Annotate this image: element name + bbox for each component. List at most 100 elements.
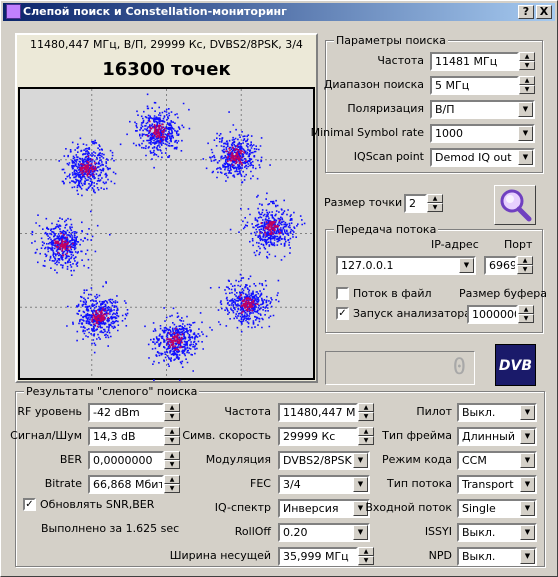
results-group: Результаты "слепого" поиска ✓ Обновлять … xyxy=(10,385,545,567)
result-combo[interactable]: 3/4 ▼ xyxy=(278,475,370,494)
constellation-panel: 11480,447 МГц, В/П, 29999 Кс, DVBS2/8PSK… xyxy=(15,33,318,383)
result-value-field[interactable]: 0,0000000 xyxy=(88,451,164,470)
result-spinner[interactable]: ▲ ▼ xyxy=(164,427,180,446)
result-value-field[interactable]: 35,999 МГц xyxy=(278,547,358,566)
ip-address-combo[interactable]: 127.0.0.1 ▼ xyxy=(336,256,476,275)
result-label: IQ-спектр xyxy=(214,501,271,514)
result-spinner[interactable]: ▲ ▼ xyxy=(164,475,180,494)
help-button[interactable]: ? xyxy=(518,5,534,19)
chevron-down-icon[interactable]: ▼ xyxy=(520,429,535,444)
result-label: NPD xyxy=(428,549,452,562)
point-size-label: Размер точки xyxy=(324,196,403,209)
result-label: Симв. скорость xyxy=(182,429,271,442)
constellation-plot xyxy=(18,87,315,381)
chevron-down-icon[interactable]: ▼ xyxy=(520,453,535,468)
result-spinner[interactable]: ▲ ▼ xyxy=(358,547,374,566)
result-value-field[interactable]: 66,868 Мбит/с xyxy=(88,475,164,494)
chevron-down-icon[interactable]: ▼ xyxy=(520,405,535,420)
result-combo[interactable]: Выкл. ▼ xyxy=(457,547,537,566)
result-combo[interactable]: 0.20 ▼ xyxy=(278,523,370,542)
search-param-label: IQScan point xyxy=(353,150,424,163)
combo-value: DVBS2/8PSK xyxy=(283,454,352,467)
chevron-down-icon[interactable]: ▼ xyxy=(520,549,535,564)
result-label: Модуляция xyxy=(205,453,271,466)
search-param-label: Частота xyxy=(377,54,424,67)
result-spinner[interactable]: ▲ ▼ xyxy=(358,403,374,422)
chevron-down-icon[interactable]: ▼ xyxy=(353,525,368,540)
search-param-spinner[interactable]: ▲ ▼ xyxy=(519,76,535,95)
chevron-down-icon[interactable]: ▼ xyxy=(353,453,368,468)
result-value-field[interactable]: 29999 Кс xyxy=(278,427,358,446)
search-param-combo[interactable]: В/П ▼ xyxy=(430,100,535,119)
result-combo[interactable]: Инверсия ▼ xyxy=(278,499,370,518)
result-combo[interactable]: Transport ▼ xyxy=(457,475,537,494)
result-spinner[interactable]: ▲ ▼ xyxy=(358,427,374,446)
result-combo[interactable]: CCM ▼ xyxy=(457,451,537,470)
chevron-down-icon[interactable]: ▼ xyxy=(518,126,533,141)
update-snr-ber-checkbox[interactable]: ✓ xyxy=(23,498,36,511)
combo-value: Demod IQ out xyxy=(435,151,512,164)
result-combo[interactable]: Выкл. ▼ xyxy=(457,523,537,542)
result-combo[interactable]: Выкл. ▼ xyxy=(457,403,537,422)
result-combo[interactable]: Длинный ▼ xyxy=(457,427,537,446)
value-display: 0 xyxy=(325,351,475,385)
result-combo[interactable]: Single ▼ xyxy=(457,499,537,518)
result-value-field[interactable]: 11480,447 МГц xyxy=(278,403,358,422)
buffer-size-input[interactable]: 1000000 xyxy=(467,305,518,324)
display-digit: 0 xyxy=(452,355,466,380)
launch-analyzer-checkbox[interactable]: ✓ xyxy=(336,307,349,320)
chevron-down-icon[interactable]: ▼ xyxy=(520,501,535,516)
chevron-down-icon[interactable]: ▼ xyxy=(459,258,474,273)
chevron-down-icon[interactable]: ▼ xyxy=(353,477,368,492)
port-spinner[interactable]: ▲ ▼ xyxy=(517,256,533,275)
search-param-label: Поляризация xyxy=(347,102,424,115)
chevron-down-icon[interactable]: ▼ xyxy=(520,477,535,492)
result-label: FEC xyxy=(250,477,271,490)
stream-to-file-checkbox[interactable] xyxy=(336,287,349,300)
chevron-down-icon[interactable]: ▼ xyxy=(520,525,535,540)
close-button[interactable]: X xyxy=(536,5,552,19)
chevron-down-icon[interactable]: ▼ xyxy=(518,150,533,165)
results-title: Результаты "слепого" поиска xyxy=(24,385,200,398)
zoom-button[interactable] xyxy=(494,185,536,225)
point-size-spinner[interactable]: ▲ ▼ xyxy=(427,194,443,213)
search-param-spinner[interactable]: ▲ ▼ xyxy=(519,52,535,71)
result-value-field[interactable]: 14,3 dB xyxy=(88,427,164,446)
chevron-down-icon[interactable]: ▼ xyxy=(518,102,533,117)
result-label: Входной поток xyxy=(365,501,452,514)
result-combo[interactable]: DVBS2/8PSK ▼ xyxy=(278,451,370,470)
combo-value: 0.20 xyxy=(283,526,308,539)
result-label: Режим кода xyxy=(382,453,452,466)
result-label: Пилот xyxy=(416,405,452,418)
result-label: Ширина несущей xyxy=(169,549,271,562)
result-spinner[interactable]: ▲ ▼ xyxy=(164,403,180,422)
stream-to-file-label: Поток в файл xyxy=(353,287,432,300)
search-param-input[interactable]: 11481 МГц xyxy=(430,52,519,71)
combo-value: Выкл. xyxy=(462,550,496,563)
stream-title: Передача потока xyxy=(334,223,439,236)
title-bar[interactable]: Слепой поиск и Constellation-мониторинг xyxy=(3,3,555,21)
port-input[interactable]: 6969 xyxy=(484,256,517,275)
search-param-input[interactable]: 5 МГц xyxy=(430,76,519,95)
magnifier-icon xyxy=(500,189,532,222)
combo-value: Single xyxy=(462,502,496,515)
result-label: Тип фрейма xyxy=(382,429,452,442)
point-size-input[interactable]: 2 xyxy=(404,194,427,213)
combo-value: Инверсия xyxy=(283,502,339,515)
buffer-size-spinner[interactable]: ▲ ▼ xyxy=(518,305,534,324)
combo-value: Выкл. xyxy=(462,406,496,419)
search-param-combo[interactable]: 1000 ▼ xyxy=(430,124,535,143)
combo-value: Transport xyxy=(462,478,514,491)
combo-value: 1000 xyxy=(435,127,463,140)
result-label: Bitrate xyxy=(44,477,82,490)
search-param-combo[interactable]: Demod IQ out ▼ xyxy=(430,148,535,167)
search-param-label: Диапазон поиска xyxy=(323,78,424,91)
launch-analyzer-label: Запуск анализатора xyxy=(353,307,471,320)
combo-value: В/П xyxy=(435,103,455,116)
window-title: Слепой поиск и Constellation-мониторинг xyxy=(23,5,287,18)
plot-info: 11480,447 МГц, В/П, 29999 Кс, DVBS2/8PSK… xyxy=(30,38,303,51)
ip-value: 127.0.0.1 xyxy=(341,259,394,272)
result-spinner[interactable]: ▲ ▼ xyxy=(164,451,180,470)
result-value-field[interactable]: -42 dBm xyxy=(88,403,164,422)
search-params-group: Параметры поиска Частота 11481 МГц ▲ ▼ Диапа… xyxy=(311,34,543,173)
